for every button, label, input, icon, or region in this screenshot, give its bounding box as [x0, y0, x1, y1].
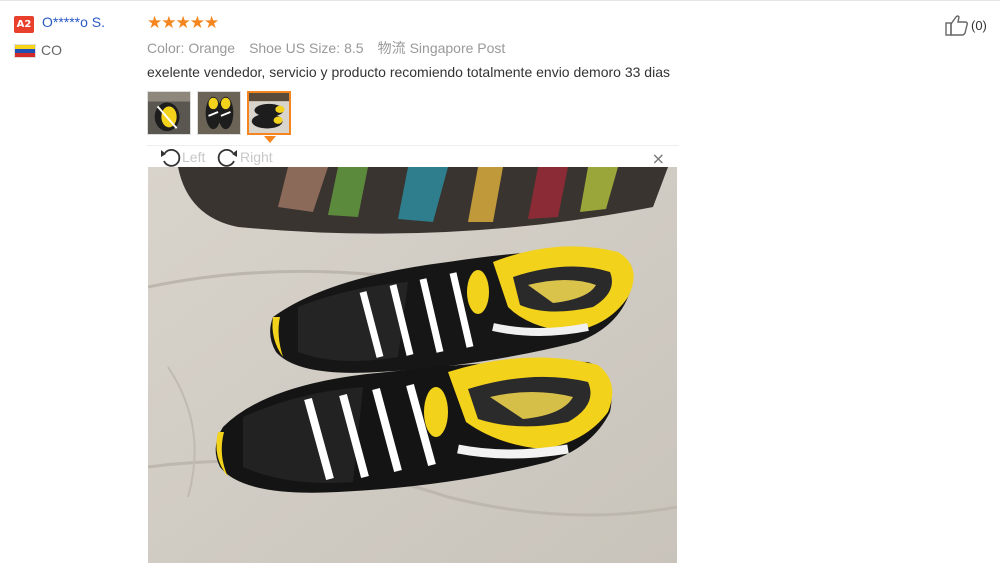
- reviewer-name[interactable]: O*****o S.: [42, 14, 105, 30]
- attr-color-label: Color:: [147, 40, 185, 56]
- shoe-photo-icon: [198, 92, 240, 134]
- attr-size-label: Shoe US Size:: [249, 40, 341, 56]
- attr-color-value: Orange: [188, 40, 236, 56]
- shoes-photo-image: [148, 167, 677, 563]
- rotate-left-button[interactable]: Left: [159, 146, 205, 168]
- photo-viewer-toolbar: Left Right ×: [147, 145, 679, 168]
- review-photo[interactable]: [148, 167, 677, 563]
- rotate-right-label: Right: [240, 149, 273, 165]
- rotate-left-icon: [161, 148, 181, 167]
- shoe-photo-icon: [148, 92, 190, 134]
- attr-shipping-value: Singapore Post: [409, 40, 506, 56]
- photo-thumbnail-1[interactable]: [147, 91, 191, 135]
- country-code: CO: [41, 42, 62, 58]
- selected-thumbnail-pointer: [264, 136, 276, 143]
- shoe-photo-icon: [249, 93, 289, 133]
- rotate-right-button[interactable]: Right: [217, 146, 273, 168]
- helpful-like-button[interactable]: (0): [945, 14, 987, 36]
- attr-shipping-label: 物流: [377, 40, 406, 56]
- flag-stripe-red: [15, 53, 35, 57]
- purchase-attributes: Color: Orange Shoe US Size: 8.5 物流 Singapore …: [147, 38, 519, 58]
- attr-size-value: 8.5: [344, 40, 364, 56]
- star-rating: ★★★★★: [147, 13, 219, 33]
- like-count: (0): [971, 17, 987, 33]
- rotate-right-icon: [217, 148, 237, 167]
- country-flag-icon: [14, 44, 36, 58]
- photo-thumbnail-3[interactable]: [247, 91, 291, 135]
- thumbs-up-icon: [945, 15, 969, 36]
- rotate-left-label: Left: [182, 149, 206, 165]
- review-text: exelente vendedor, servicio y producto r…: [147, 64, 670, 80]
- close-viewer-button[interactable]: ×: [652, 149, 665, 168]
- top-divider: [0, 0, 1000, 1]
- level-badge: A2: [14, 16, 34, 33]
- photo-thumbnail-2[interactable]: [197, 91, 241, 135]
